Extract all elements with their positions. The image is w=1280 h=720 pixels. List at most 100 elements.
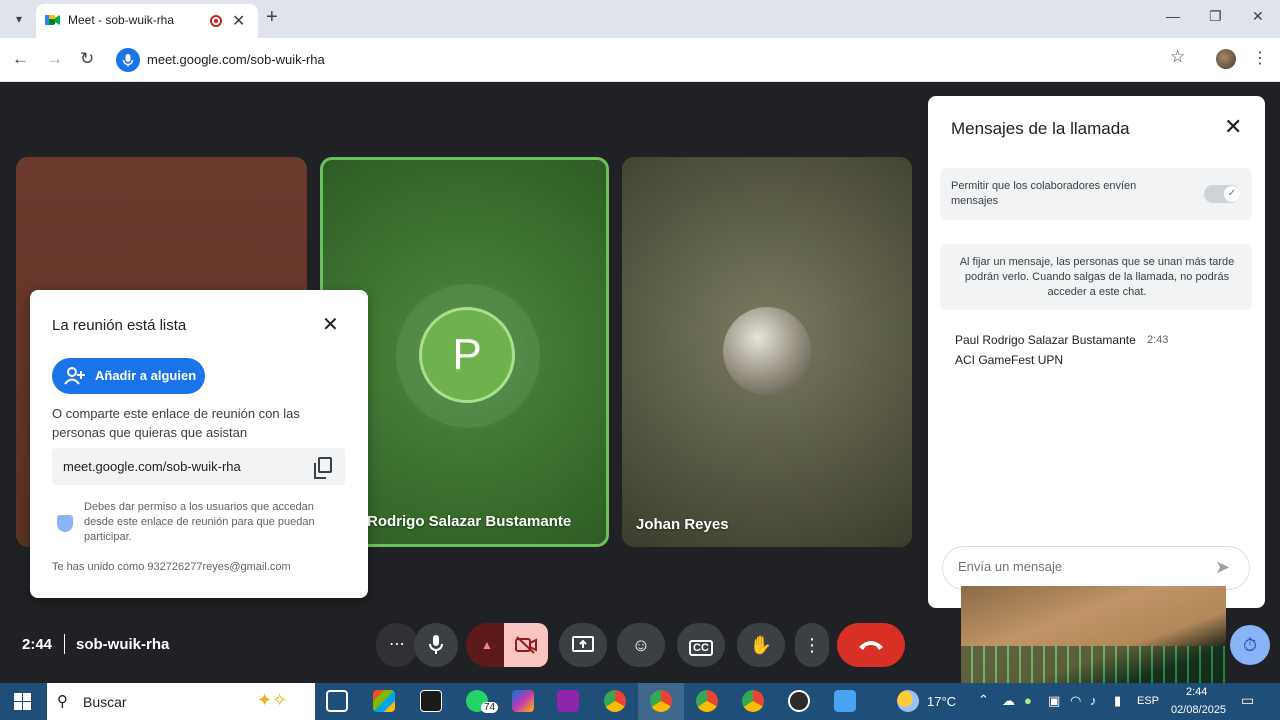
captions-button[interactable]: CC xyxy=(677,623,725,667)
present-screen-button[interactable] xyxy=(559,623,607,667)
webcam-overlay-image xyxy=(961,586,1226,692)
allow-messages-toggle[interactable]: ✓ xyxy=(1204,185,1240,203)
reload-button[interactable]: ↻ xyxy=(80,49,94,69)
tray-cloud-icon[interactable]: ☁ xyxy=(1002,693,1015,709)
meeting-link-box: meet.google.com/sob-wuik-rha xyxy=(52,448,345,485)
participant-tile-3: Johan Reyes xyxy=(622,157,912,547)
meeting-time: 2:44 xyxy=(22,636,53,653)
browser-tab-meet[interactable]: Meet - sob-wuik-rha ✕ xyxy=(36,4,258,38)
message-text: ACI GameFest UPN xyxy=(955,353,1064,367)
windows-start-icon[interactable] xyxy=(14,693,31,710)
participant-avatar: P xyxy=(419,307,515,403)
chat-close-icon[interactable]: ✕ xyxy=(1224,114,1242,140)
chrome-profile-icon[interactable] xyxy=(650,690,672,712)
tray-camera-icon[interactable]: ▣ xyxy=(1048,693,1060,709)
language-indicator[interactable]: ESP xyxy=(1137,695,1159,707)
obs-app-icon[interactable] xyxy=(788,690,810,712)
microphone-button[interactable] xyxy=(414,623,458,667)
task-view-icon[interactable] xyxy=(326,690,348,712)
back-button[interactable]: ← xyxy=(12,49,29,69)
tray-mic-icon[interactable]: ▮ xyxy=(1114,693,1121,709)
address-bar: ← → ↻ meet.google.com/sob-wuik-rha ☆ xyxy=(0,38,1280,82)
profile-avatar[interactable] xyxy=(1216,49,1236,69)
send-icon[interactable]: ➤ xyxy=(1215,557,1230,578)
close-window-button[interactable]: ✕ xyxy=(1252,8,1264,25)
microphone-icon xyxy=(429,635,443,654)
participant-name: Rodrigo Salazar Bustamante xyxy=(367,513,572,530)
dialog-title: La reunión está lista xyxy=(52,317,187,334)
browser-tab-bar: ▾ Meet - sob-wuik-rha ✕ + — ❐ ✕ xyxy=(0,0,1280,38)
joined-as-text: Te has unido como 932726277reyes@gmail.c… xyxy=(52,561,291,573)
meeting-code: sob-wuik-rha xyxy=(76,636,170,653)
maximize-button[interactable]: ❐ xyxy=(1209,8,1222,25)
search-icon: ⚲ xyxy=(57,693,68,710)
raise-hand-button[interactable]: ✋ xyxy=(737,623,785,667)
message-compose-box: ➤ xyxy=(942,546,1250,590)
message-time: 2:43 xyxy=(1147,334,1169,346)
message-sender: Paul Rodrigo Salazar Bustamante xyxy=(955,333,1136,347)
tab-close-icon[interactable]: ✕ xyxy=(232,11,245,31)
new-tab-button[interactable]: + xyxy=(266,6,278,29)
canva-app-icon[interactable] xyxy=(557,690,579,712)
weather-temp[interactable]: 17°C xyxy=(927,694,956,709)
pdf-app-icon[interactable] xyxy=(420,690,442,712)
copy-icon[interactable] xyxy=(314,457,332,479)
chrome-icon[interactable] xyxy=(604,690,626,712)
meeting-link[interactable]: meet.google.com/sob-wuik-rha xyxy=(63,459,241,474)
camera-options-icon[interactable]: ▲ xyxy=(466,623,508,667)
forward-button[interactable]: → xyxy=(46,49,63,69)
more-options-button[interactable]: ⋮ xyxy=(795,623,829,667)
permission-note: Debes dar permiso a los usuarios que acc… xyxy=(84,501,315,543)
camera-off-button[interactable] xyxy=(504,623,548,667)
weather-icon[interactable] xyxy=(897,690,919,712)
taskbar-search-text: Buscar xyxy=(83,694,127,710)
message-input[interactable] xyxy=(958,559,1198,574)
app-icon[interactable] xyxy=(834,690,856,712)
clock-time[interactable]: 2:44 xyxy=(1186,686,1207,698)
check-icon: ✓ xyxy=(1224,186,1240,202)
mic-options-icon[interactable]: ⋯ xyxy=(376,623,418,667)
whatsapp-badge: 74 xyxy=(481,702,499,713)
taskbar-search[interactable]: ⚲ Buscar ✦✧ xyxy=(47,683,315,720)
recording-indicator-icon xyxy=(210,15,222,27)
participant-avatar-photo xyxy=(723,307,811,395)
microphone-in-use-icon[interactable] xyxy=(116,48,140,72)
chat-title: Mensajes de la llamada xyxy=(951,119,1130,138)
volume-icon[interactable]: ♪ xyxy=(1090,693,1097,708)
activities-timer-icon[interactable]: ⏱ xyxy=(1230,625,1270,665)
tab-search-chevron-icon[interactable]: ▾ xyxy=(8,8,30,30)
divider xyxy=(64,634,65,654)
allow-messages-label: Permitir que los colaboradores envíen me… xyxy=(951,180,1137,207)
notifications-icon[interactable]: ▭ xyxy=(1241,692,1254,709)
tray-overflow-chevron-icon[interactable]: ⌃ xyxy=(978,692,989,708)
allow-messages-setting: Permitir que los colaboradores envíen me… xyxy=(940,168,1252,220)
search-highlight-icon: ✦✧ xyxy=(257,690,288,710)
dialog-close-icon[interactable]: ✕ xyxy=(322,312,339,337)
tray-app-icon[interactable]: ● xyxy=(1024,693,1032,708)
copilot-icon[interactable] xyxy=(512,690,534,712)
browser-menu-icon[interactable]: ⋮ xyxy=(1252,48,1268,68)
meeting-ready-dialog: La reunión está lista ✕ Añadir a alguien… xyxy=(30,290,368,598)
shield-lock-icon xyxy=(57,515,73,532)
share-instructions: O comparte este enlace de reunión con la… xyxy=(52,406,300,440)
present-icon xyxy=(572,636,594,652)
google-meet-icon xyxy=(45,15,60,25)
minimize-button[interactable]: — xyxy=(1166,8,1180,24)
pin-info-box: Al fijar un mensaje, las personas que se… xyxy=(940,244,1252,310)
chrome-profile-2-icon[interactable] xyxy=(696,690,718,712)
clock-date[interactable]: 02/08/2025 xyxy=(1171,704,1226,716)
bookmark-star-icon[interactable]: ☆ xyxy=(1170,47,1185,67)
add-someone-button[interactable]: Añadir a alguien xyxy=(52,358,205,394)
wifi-icon[interactable]: ◠ xyxy=(1070,693,1081,709)
add-person-icon xyxy=(64,367,86,390)
emoji-reaction-button[interactable]: ☺ xyxy=(617,623,665,667)
ms-store-icon[interactable] xyxy=(373,690,395,712)
participant-name: Johan Reyes xyxy=(636,516,729,533)
url-text: meet.google.com/sob-wuik-rha xyxy=(147,52,325,67)
captions-icon: CC xyxy=(689,640,713,656)
omnibox[interactable]: meet.google.com/sob-wuik-rha xyxy=(108,44,1204,76)
pin-info-text: Al fijar un mensaje, las personas que se… xyxy=(959,256,1235,298)
hang-up-icon xyxy=(859,641,883,650)
chrome-profile-3-icon[interactable] xyxy=(742,690,764,712)
leave-call-button[interactable] xyxy=(837,623,905,667)
